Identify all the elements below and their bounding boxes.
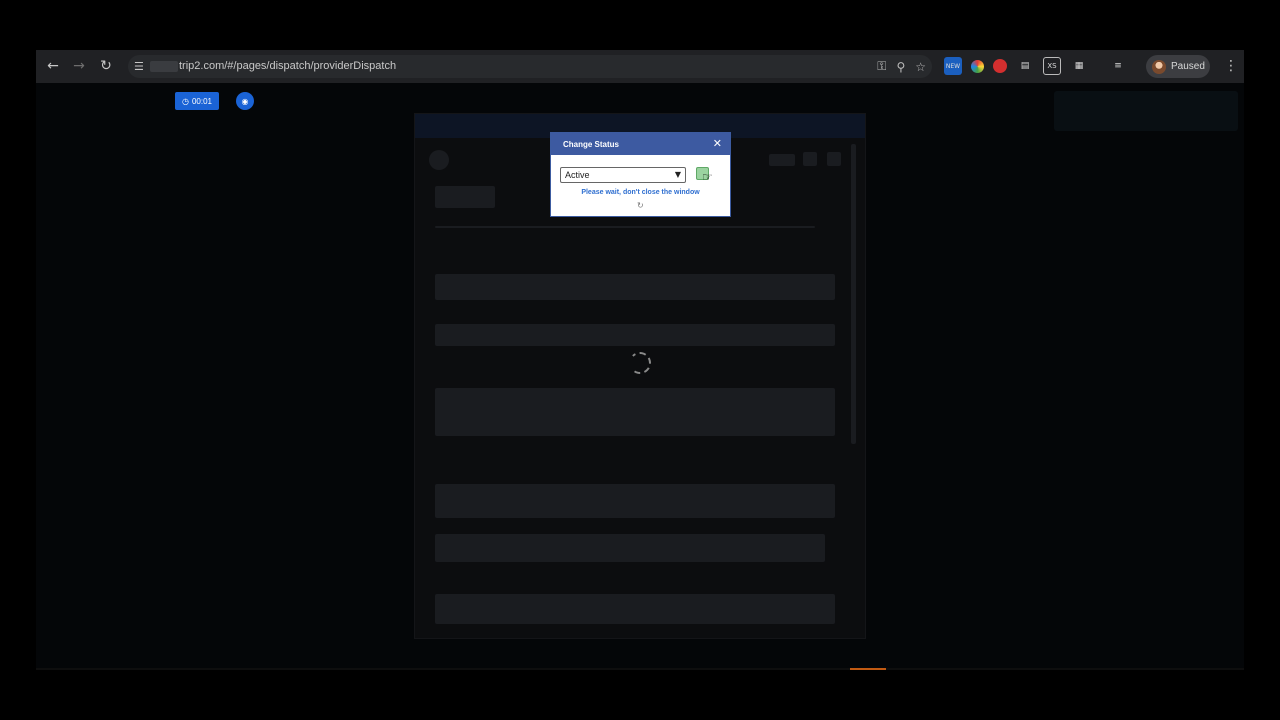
- faded-tabs: [435, 226, 815, 228]
- profile-status: Paused: [1171, 61, 1205, 72]
- puzzle-extensions-icon[interactable]: ▦: [1070, 57, 1088, 75]
- car-icon: [803, 152, 817, 166]
- page-content: ◷ 00:01 ◉ Change Status ✕ Active ▼ ☞ Ple…: [36, 83, 1244, 670]
- address-bar[interactable]: ☰ trip2.com/#/pages/dispatch/providerDis…: [128, 55, 932, 78]
- dialog-body: Active ▼ ☞ Please wait, don't close the …: [551, 155, 730, 217]
- site-settings-icon[interactable]: ☰: [134, 55, 144, 78]
- status-select[interactable]: Active ▼: [560, 167, 686, 183]
- notification-toast: [1054, 91, 1238, 131]
- wait-message: Please wait, don't close the window: [581, 189, 700, 196]
- recorder-timer-button[interactable]: ◷ 00:01: [175, 92, 219, 110]
- faded-address: [435, 594, 835, 624]
- taskbar-accent: [850, 668, 886, 670]
- status-select-value: Active: [565, 170, 590, 180]
- faded-field: [435, 186, 495, 208]
- zoom-icon[interactable]: ⚲: [896, 60, 905, 74]
- menu-kebab-icon[interactable]: ⋮: [1218, 53, 1244, 79]
- url-redacted: [150, 61, 178, 72]
- faded-row: [435, 324, 835, 346]
- hand-cursor-icon: ☞: [702, 170, 713, 184]
- forward-arrow-icon[interactable]: →: [66, 53, 92, 79]
- loading-spinner-icon: [629, 352, 651, 374]
- bookmark-star-icon[interactable]: ☆: [915, 60, 926, 74]
- shield-extension-icon[interactable]: [993, 59, 1007, 73]
- browser-window: ← → ↻ ☰ trip2.com/#/pages/dispatch/provi…: [36, 50, 1244, 670]
- xs-extension-icon[interactable]: XS: [1043, 57, 1061, 75]
- document-extension-icon[interactable]: ▤: [1016, 57, 1034, 75]
- faded-table: [435, 484, 835, 518]
- recorder-timer: 00:01: [191, 96, 212, 106]
- faded-row: [435, 274, 835, 300]
- chevron-down-icon: ▼: [674, 170, 681, 179]
- back-arrow-icon[interactable]: ←: [40, 53, 66, 79]
- dialog-header: Change Status ✕: [551, 133, 730, 155]
- profile-chip[interactable]: Paused: [1146, 55, 1210, 78]
- browser-toolbar: ← → ↻ ☰ trip2.com/#/pages/dispatch/provi…: [36, 50, 1244, 83]
- url-text[interactable]: trip2.com/#/pages/dispatch/providerDispa…: [179, 55, 396, 78]
- faded-section: [435, 388, 835, 436]
- edit-icon: [827, 152, 841, 166]
- reading-list-icon[interactable]: ≡: [1109, 57, 1127, 75]
- change-status-dialog: Change Status ✕ Active ▼ ☞ Please wait, …: [550, 132, 731, 217]
- password-key-icon[interactable]: ⚿: [877, 59, 886, 74]
- reload-icon[interactable]: ↻: [93, 53, 119, 79]
- close-icon[interactable]: ✕: [713, 137, 722, 151]
- dialog-title: Change Status: [563, 139, 620, 149]
- timer-icon: ◷: [181, 96, 189, 106]
- faded-button: [769, 154, 795, 166]
- omnibox-actions: ⚿ ⚲ ☆: [877, 55, 926, 78]
- new-extension-icon[interactable]: NEW: [944, 57, 962, 75]
- faded-comments: [435, 534, 825, 562]
- camera-icon[interactable]: ◉: [236, 92, 254, 110]
- taskbar-edge: [36, 668, 1244, 670]
- extensions-bar: NEW ▤ XS ▦ ≡: [944, 57, 1127, 75]
- avatar: [1152, 59, 1166, 74]
- color-picker-extension-icon[interactable]: [971, 59, 984, 73]
- small-spinner-icon: ↻: [637, 201, 644, 210]
- modal-scrollbar: [851, 144, 856, 444]
- modal-logo: [429, 150, 449, 170]
